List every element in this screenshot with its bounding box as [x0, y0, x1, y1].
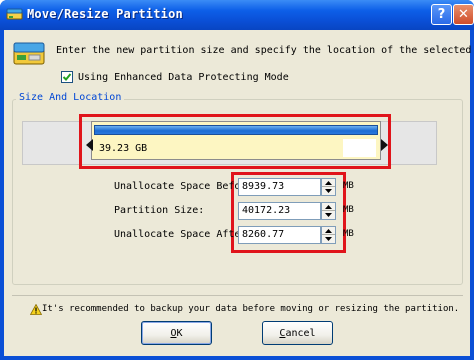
- move-resize-dialog: Move/Resize Partition ? ✕ Enter the new …: [0, 0, 474, 360]
- space-before-spinner[interactable]: [321, 178, 336, 196]
- partition-tool-icon: [6, 8, 23, 20]
- instruction-text: Enter the new partition size and specify…: [56, 45, 474, 56]
- enhanced-mode-checkbox[interactable]: [61, 71, 73, 83]
- space-before-down-button[interactable]: [322, 187, 335, 195]
- space-after-down-button[interactable]: [322, 235, 335, 243]
- partition-size-spinner[interactable]: [321, 202, 336, 220]
- partition-size-input[interactable]: 40172.23: [238, 202, 321, 220]
- space-after-up-button[interactable]: [322, 227, 335, 235]
- partition-usage-bar: [94, 125, 378, 135]
- space-before-input[interactable]: 8939.73: [238, 178, 321, 196]
- warning-icon: [30, 304, 42, 315]
- partition-disk-icon: [13, 42, 45, 65]
- ok-button-label: OK: [170, 327, 183, 339]
- space-after-spinner[interactable]: [321, 226, 336, 244]
- ok-button[interactable]: OK: [141, 321, 212, 345]
- space-after-unit: MB: [343, 229, 354, 239]
- help-icon: ?: [437, 7, 446, 22]
- arrow-down-icon: [325, 213, 332, 217]
- dialog-body: Enter the new partition size and specify…: [4, 30, 474, 356]
- space-after-input[interactable]: 8260.77: [238, 226, 321, 244]
- enhanced-mode-label: Using Enhanced Data Protecting Mode: [78, 71, 289, 83]
- partition-size-text: 39.23 GB: [99, 143, 148, 154]
- partition-size-label: Partition Size:: [114, 205, 205, 216]
- arrow-down-icon: [325, 237, 332, 241]
- separator-line: [12, 295, 463, 296]
- space-after-label: Unallocate Space After:: [114, 229, 253, 240]
- cancel-button-label: Cancel: [279, 327, 316, 339]
- title-bar[interactable]: Move/Resize Partition ? ✕: [0, 0, 474, 30]
- arrow-up-icon: [325, 228, 332, 233]
- right-resize-handle[interactable]: [380, 139, 388, 151]
- enhanced-mode-option[interactable]: Using Enhanced Data Protecting Mode: [61, 71, 289, 83]
- arrow-up-icon: [325, 180, 332, 185]
- partition-size-down-button[interactable]: [322, 211, 335, 219]
- check-icon: [62, 73, 72, 81]
- window-title: Move/Resize Partition: [27, 7, 183, 21]
- left-resize-handle[interactable]: [86, 139, 94, 151]
- space-before-unit: MB: [343, 181, 354, 191]
- size-location-title: Size And Location: [16, 92, 125, 103]
- space-before-label: Unallocate Space Before:: [114, 181, 259, 192]
- partition-bar[interactable]: 39.23 GB: [91, 121, 381, 160]
- space-before-up-button[interactable]: [322, 179, 335, 187]
- partition-size-unit: MB: [343, 205, 354, 215]
- partition-free-area: [343, 139, 376, 157]
- arrow-down-icon: [325, 189, 332, 193]
- close-icon: ✕: [458, 7, 469, 22]
- close-button[interactable]: ✕: [453, 4, 474, 25]
- partition-size-up-button[interactable]: [322, 203, 335, 211]
- backup-warning-text: It's recommended to backup your data bef…: [42, 304, 460, 314]
- arrow-up-icon: [325, 204, 332, 209]
- cancel-button[interactable]: Cancel: [262, 321, 333, 345]
- help-button[interactable]: ?: [431, 4, 452, 25]
